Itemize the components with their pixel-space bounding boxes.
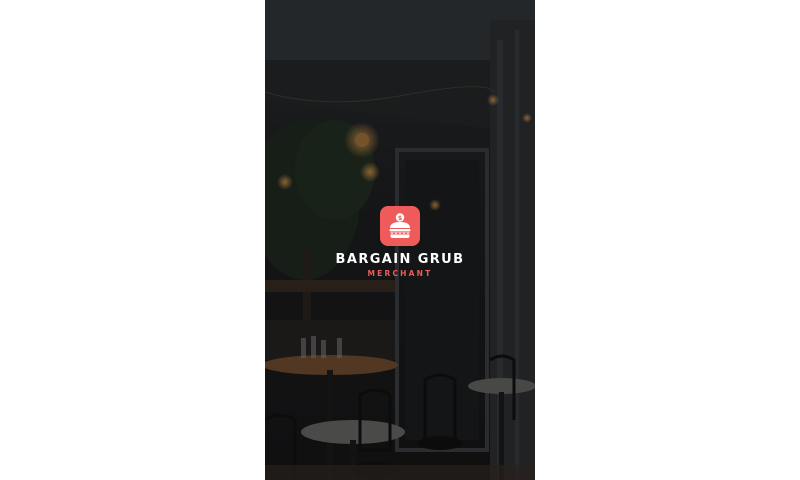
svg-text:$: $: [398, 214, 403, 222]
app-name: BARGAIN GRUB: [335, 252, 465, 267]
app-subtitle: MERCHANT: [367, 269, 433, 278]
app-logo: $: [380, 206, 420, 246]
splash-screen: $ BARGAIN GRUB MERCHANT: [265, 0, 535, 480]
burger-dollar-icon: $: [389, 213, 411, 238]
brand-block: $ BARGAIN GRUB MERCHANT: [265, 206, 535, 279]
